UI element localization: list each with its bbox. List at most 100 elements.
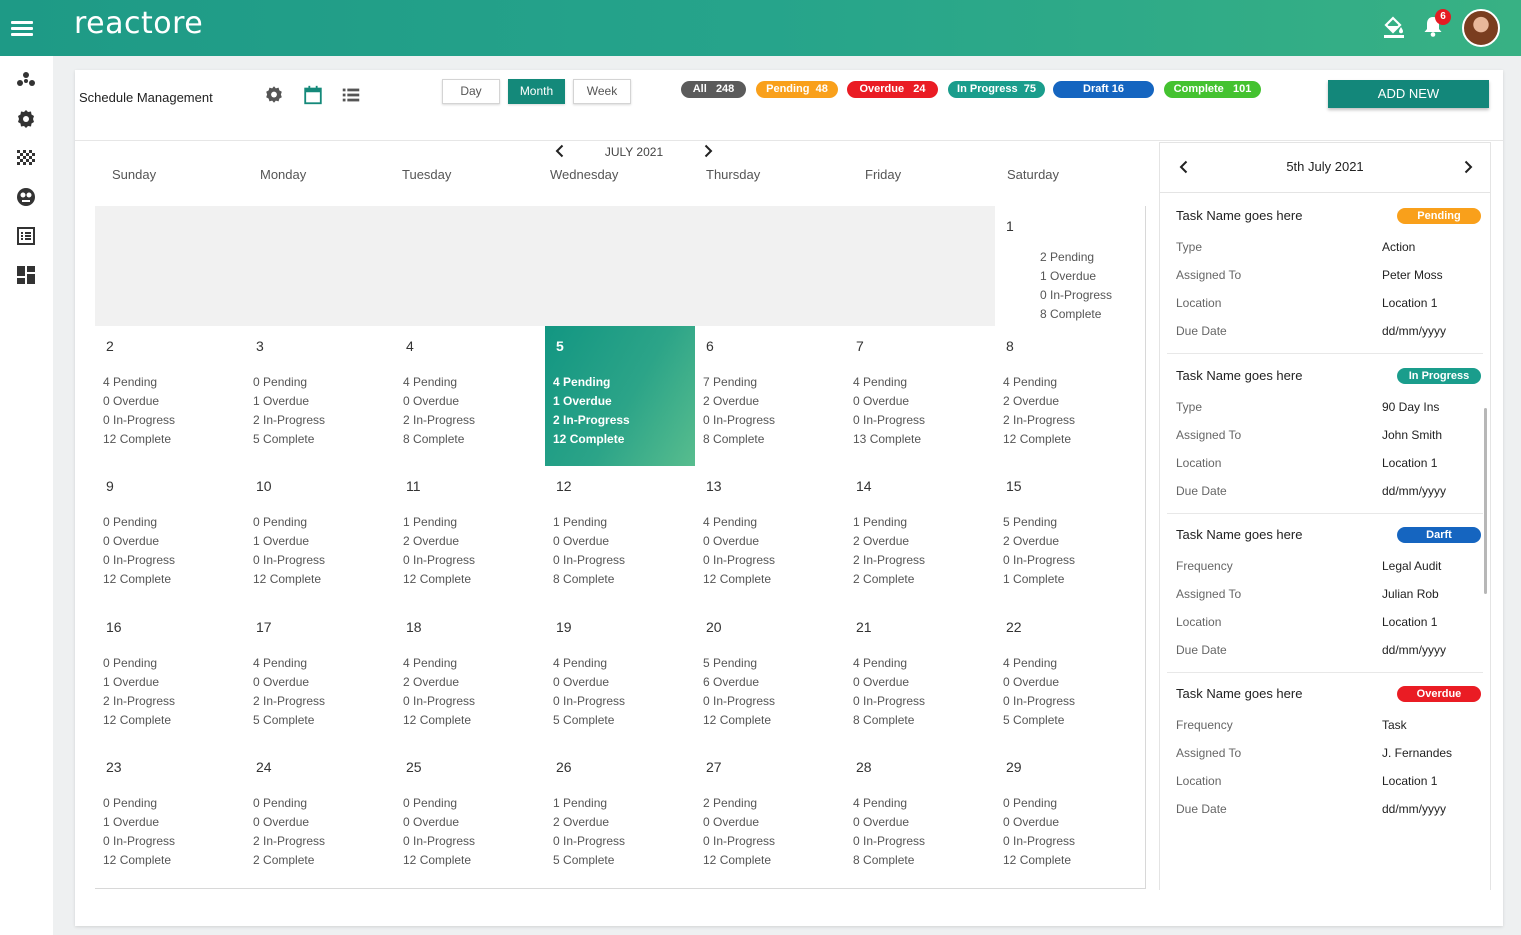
- view-day-button[interactable]: Day: [442, 79, 500, 104]
- day-stats: 0 Pending 0 Overdue 0 In-Progress 12 Comple…: [403, 794, 475, 870]
- day-stat-line: 0 Overdue: [1003, 673, 1075, 692]
- day-stat-line: 4 Pending: [853, 794, 925, 813]
- dashboard-icon[interactable]: [14, 263, 38, 287]
- day-stat-line: 8 Complete: [553, 570, 625, 589]
- calendar-day-cell[interactable]: 24 0 Pending 0 Overdue 2 In-Progress 2 Compl…: [245, 747, 396, 889]
- calendar-day-cell[interactable]: 24 Pending 0 Overdue 0 In-Progress 12 Compl…: [95, 326, 246, 467]
- stat-label: Complete: [1013, 713, 1065, 727]
- calendar-day-cell[interactable]: 17 4 Pending 0 Overdue 2 In-Progress 5 Compl…: [245, 607, 396, 748]
- calendar-day-cell[interactable]: 26 1 Pending 2 Overdue 0 In-Progress 5 Compl…: [545, 747, 696, 889]
- filter-overdue-pill[interactable]: Overdue 24: [847, 81, 938, 98]
- filter-draft-pill[interactable]: Draft 16: [1053, 81, 1154, 98]
- stat-label: Complete: [263, 432, 315, 446]
- task-name[interactable]: Task Name goes here: [1176, 368, 1302, 383]
- prev-day-chevron-icon[interactable]: [1176, 159, 1192, 175]
- panel-scrollbar[interactable]: [1484, 408, 1487, 594]
- day-stat-line: 12 Complete: [1003, 851, 1075, 870]
- stat-label: Complete: [563, 713, 615, 727]
- task-card[interactable]: Task Name goes here Overdue Frequency Task A…: [1167, 672, 1483, 832]
- prev-month-chevron-icon[interactable]: [552, 143, 568, 159]
- calendar-day-cell[interactable]: 16 0 Pending 1 Overdue 2 In-Progress 12 Comp…: [95, 607, 246, 748]
- calendar-day-cell[interactable]: 21 4 Pending 0 Overdue 0 In-Progress 8 Compl…: [845, 607, 996, 748]
- day-stats: 0 Pending 1 Overdue 0 In-Progress 12 Comple…: [253, 513, 325, 589]
- calendar-day-cell[interactable]: 25 0 Pending 0 Overdue 0 In-Progress 12 Comp…: [395, 747, 546, 889]
- day-stats: 1 Pending 2 Overdue 0 In-Progress 12 Comple…: [403, 513, 475, 589]
- view-week-button[interactable]: Week: [573, 79, 631, 104]
- task-card[interactable]: Task Name goes here Pending Type Action Assi…: [1167, 194, 1483, 354]
- stat-label: Pending: [263, 375, 308, 389]
- gear-icon[interactable]: [14, 107, 38, 131]
- calendar-day-cell[interactable]: 67 Pending 2 Overdue 0 In-Progress 8 Comple…: [695, 326, 846, 467]
- day-stats: 4 Pending 0 Overdue 0 In-Progress 5 Complet…: [553, 654, 625, 730]
- hamburger-menu-icon[interactable]: [11, 18, 33, 36]
- list-icon[interactable]: [14, 224, 38, 248]
- day-stat-line: 2 Overdue: [1003, 532, 1075, 551]
- day-stat-line: 0 Overdue: [853, 673, 925, 692]
- add-new-button[interactable]: ADD NEW: [1328, 80, 1489, 108]
- settings-gear-icon[interactable]: [263, 84, 285, 106]
- paint-bucket-icon[interactable]: [1380, 12, 1408, 40]
- calendar-day-cell[interactable]: 19 4 Pending 0 Overdue 0 In-Progress 5 Compl…: [545, 607, 696, 748]
- stat-count: 0: [703, 553, 710, 567]
- calendar-icon[interactable]: [302, 84, 324, 106]
- day-stat-line: 0 In-Progress: [853, 411, 925, 430]
- task-name[interactable]: Task Name goes here: [1176, 686, 1302, 701]
- calendar-day-cell[interactable]: 28 4 Pending 0 Overdue 0 In-Progress 8 Compl…: [845, 747, 996, 889]
- calendar-day-cell[interactable]: 44 Pending 0 Overdue 2 In-Progress 8 Comple…: [395, 326, 546, 467]
- calendar-day-cell[interactable]: 12 Pending 1 Overdue 0 In-Progress 8 Comple…: [995, 206, 1146, 327]
- filter-in-progress-pill[interactable]: In Progress 75: [948, 81, 1045, 98]
- weekday-thursday: Thursday: [706, 167, 761, 182]
- list-view-icon[interactable]: [340, 84, 362, 106]
- calendar-day-cell[interactable]: 23 0 Pending 1 Overdue 0 In-Progress 12 Comp…: [95, 747, 246, 889]
- filter-pending-pill[interactable]: Pending 48: [756, 81, 838, 98]
- calendar-day-cell[interactable]: 90 Pending 0 Overdue 0 In-Progress 12 Compl…: [95, 466, 246, 608]
- stat-count: 0: [403, 834, 410, 848]
- calendar-day-cell[interactable]: 54 Pending 1 Overdue 2 In-Progress 12 Compl…: [545, 326, 696, 467]
- task-name[interactable]: Task Name goes here: [1176, 527, 1302, 542]
- page-title: Schedule Management: [79, 90, 213, 105]
- next-day-chevron-icon[interactable]: [1460, 159, 1476, 175]
- calendar-day-cell[interactable]: 27 2 Pending 0 Overdue 0 In-Progress 12 Comp…: [695, 747, 846, 889]
- task-name[interactable]: Task Name goes here: [1176, 208, 1302, 223]
- task-card[interactable]: Task Name goes here Darft Frequency Legal A…: [1167, 513, 1483, 673]
- task-field-value: Location 1: [1382, 615, 1438, 629]
- filter-complete-pill[interactable]: Complete 101: [1164, 81, 1261, 98]
- day-stat-line: 8 Complete: [703, 430, 775, 449]
- checker-grid-icon[interactable]: [14, 146, 38, 170]
- stat-label: Overdue: [263, 534, 310, 548]
- globe-icon[interactable]: [14, 185, 38, 209]
- calendar-day-cell[interactable]: 15 5 Pending 2 Overdue 0 In-Progress 1 Compl…: [995, 466, 1146, 608]
- calendar-day-cell[interactable]: 11 1 Pending 2 Overdue 0 In-Progress 12 Comp…: [395, 466, 546, 608]
- task-card[interactable]: Task Name goes here In Progress Type 90 Day…: [1167, 354, 1483, 514]
- calendar-day-cell[interactable]: 13 4 Pending 0 Overdue 0 In-Progress 12 Comp…: [695, 466, 846, 608]
- filter-all-pill[interactable]: All 248: [681, 81, 746, 98]
- next-month-chevron-icon[interactable]: [700, 143, 716, 159]
- calendar-day-cell[interactable]: 84 Pending 2 Overdue 2 In-Progress 12 Compl…: [995, 326, 1146, 467]
- stat-label: In-Progress: [1013, 413, 1076, 427]
- calendar-day-cell[interactable]: 20 5 Pending 6 Overdue 0 In-Progress 12 Comp…: [695, 607, 846, 748]
- task-field-label: Due Date: [1176, 484, 1227, 498]
- calendar-day-cell[interactable]: 22 4 Pending 0 Overdue 0 In-Progress 5 Compl…: [995, 607, 1146, 748]
- day-stat-line: 5 Complete: [1003, 711, 1075, 730]
- stat-count: 12: [1003, 432, 1017, 446]
- day-stats: 4 Pending 0 Overdue 0 In-Progress 12 Comple…: [703, 513, 775, 589]
- view-month-button[interactable]: Month: [508, 79, 565, 104]
- day-task-panel: 5th July 2021 Task Name goes here Pending…: [1159, 142, 1491, 890]
- sidebar: [0, 56, 53, 935]
- calendar-day-cell[interactable]: 18 4 Pending 2 Overdue 0 In-Progress 12 Comp…: [395, 607, 546, 748]
- network-icon[interactable]: [14, 68, 38, 92]
- stat-label: Pending: [113, 656, 158, 670]
- app-logo[interactable]: reactore: [74, 6, 203, 41]
- calendar-day-cell[interactable]: 29 0 Pending 0 Overdue 0 In-Progress 12 Comp…: [995, 747, 1146, 889]
- day-stats: 0 Pending 1 Overdue 2 In-Progress 12 Comple…: [103, 654, 175, 730]
- stat-count: 12: [253, 572, 267, 586]
- calendar-day-cell[interactable]: 10 0 Pending 1 Overdue 0 In-Progress 12 Comp…: [245, 466, 396, 608]
- calendar-day-cell[interactable]: 12 1 Pending 0 Overdue 0 In-Progress 8 Compl…: [545, 466, 696, 608]
- stat-count: 1: [853, 515, 860, 529]
- calendar-day-cell[interactable]: 14 1 Pending 2 Overdue 2 In-Progress 2 Compl…: [845, 466, 996, 608]
- day-number: 8: [1006, 338, 1014, 354]
- calendar-day-cell[interactable]: 30 Pending 1 Overdue 2 In-Progress 5 Comple…: [245, 326, 396, 467]
- stat-count: 4: [403, 656, 410, 670]
- user-avatar[interactable]: [1462, 9, 1500, 47]
- calendar-day-cell[interactable]: 74 Pending 0 Overdue 0 In-Progress 13 Compl…: [845, 326, 996, 467]
